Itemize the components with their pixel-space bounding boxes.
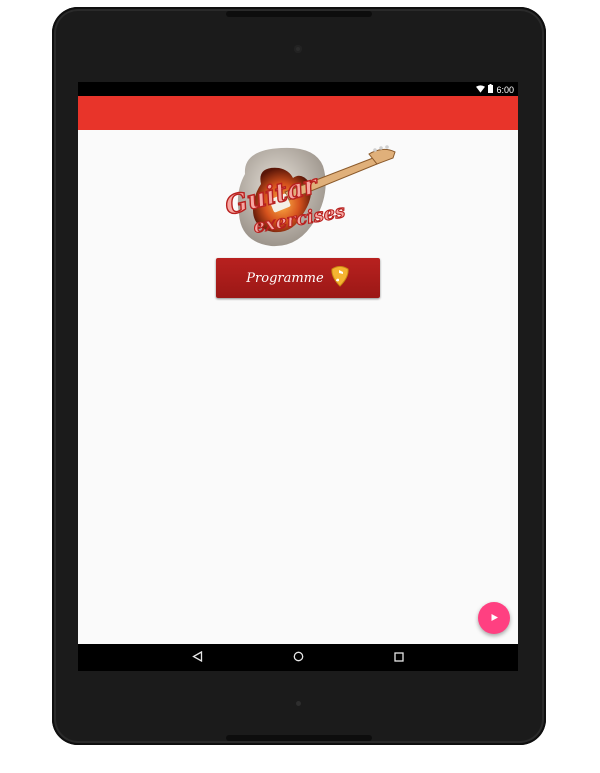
recents-icon [394,649,404,667]
wifi-icon [476,84,486,95]
front-camera [294,45,302,53]
navigation-bar [78,644,518,671]
play-icon [490,609,499,627]
device-screen: 6:00 Guitar exercises Programme [78,82,518,671]
back-button[interactable] [188,649,206,667]
bottom-sensor [296,701,301,706]
battery-icon [488,84,494,95]
programme-button-label: Programme [246,270,324,286]
main-content: Guitar exercises Programme [78,130,518,644]
programme-button[interactable]: Programme [216,258,380,298]
play-fab[interactable] [478,602,510,634]
status-time: 6:00 [496,84,514,95]
guitar-exercises-logo: Guitar exercises [222,144,398,250]
recents-button[interactable] [390,649,408,667]
back-icon [191,649,203,667]
home-icon [293,649,304,667]
app-bar [78,96,518,130]
guitar-pick-icon [330,265,350,291]
home-button[interactable] [289,649,307,667]
bottom-speaker [226,735,372,741]
status-bar: 6:00 [78,82,518,96]
top-speaker [226,11,372,17]
